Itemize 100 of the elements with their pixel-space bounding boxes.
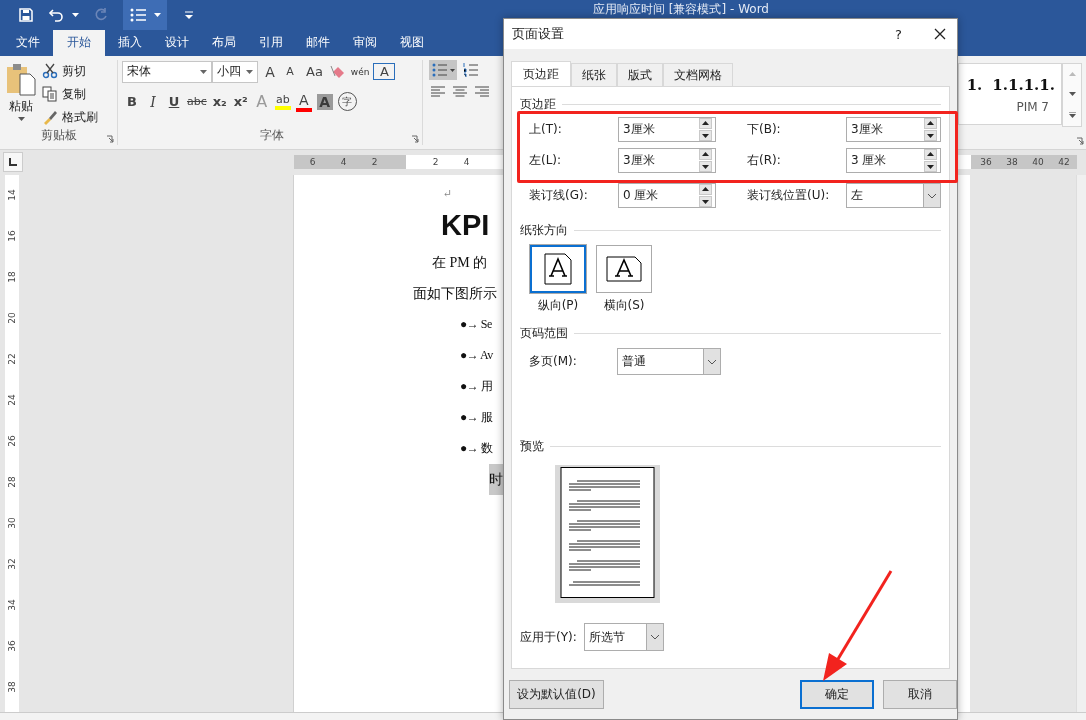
dialog-launcher-icon[interactable] xyxy=(411,134,419,143)
ruler-number: 16 xyxy=(7,230,17,243)
spin-down-button[interactable] xyxy=(924,129,937,141)
superscript-button[interactable]: x² xyxy=(232,94,249,110)
field-label: 应用于(Y): xyxy=(520,628,578,646)
ruler-number: 4 xyxy=(462,156,471,170)
style-sample[interactable]: 1. xyxy=(966,75,983,94)
section-title: 页码范围 xyxy=(520,324,568,342)
close-icon[interactable] xyxy=(934,28,946,40)
scrollbar[interactable] xyxy=(1076,174,1086,712)
number-field[interactable]: 3厘米 xyxy=(618,148,716,173)
spin-up-button[interactable] xyxy=(699,118,712,130)
font-color-button[interactable]: A xyxy=(295,91,312,112)
shrink-font-button[interactable]: A xyxy=(282,65,298,79)
dialog-tab[interactable]: 纸张 xyxy=(571,63,617,86)
portrait-button[interactable] xyxy=(530,245,586,293)
ribbon-tab[interactable]: 设计 xyxy=(155,30,199,56)
dropdown[interactable]: 左 xyxy=(846,183,941,208)
style-sample[interactable]: 1.1.1.1. xyxy=(992,75,1055,94)
ribbon-tab[interactable]: 审阅 xyxy=(343,30,387,56)
section-title: 预览 xyxy=(520,437,544,455)
spin-down-button[interactable] xyxy=(699,160,712,172)
customize-icon[interactable] xyxy=(185,11,193,19)
ribbon-tab[interactable]: 布局 xyxy=(202,30,246,56)
spin-down-button[interactable] xyxy=(699,195,712,207)
field-label: 装订线(G): xyxy=(529,187,589,204)
number-field[interactable]: 3厘米 xyxy=(618,117,716,142)
bullets-icon[interactable] xyxy=(429,59,457,80)
dialog-launcher-icon[interactable] xyxy=(106,134,114,143)
section-title: 页边距 xyxy=(520,95,556,113)
highlight-button[interactable]: ab xyxy=(274,93,291,111)
caret-icon xyxy=(200,69,207,74)
font-name-dropdown[interactable]: 宋体 xyxy=(122,60,212,83)
spin-up-button[interactable] xyxy=(924,149,937,161)
dialog-tab[interactable]: 版式 xyxy=(617,63,663,86)
ruler[interactable]: 36 38 40 42 xyxy=(971,155,1077,170)
scroll-down-icon xyxy=(1068,91,1076,96)
field-label: 多页(M): xyxy=(529,353,578,370)
ribbon-tab[interactable]: 插入 xyxy=(108,30,152,56)
eraser-icon[interactable] xyxy=(328,63,347,80)
character-shading-button[interactable]: A xyxy=(316,93,333,110)
set-default-button[interactable]: 设为默认值(D) xyxy=(509,680,604,709)
caret-icon[interactable] xyxy=(72,13,79,17)
character-border-button[interactable]: A xyxy=(373,63,396,81)
phonetic-guide-button[interactable]: wén xyxy=(350,66,370,77)
styles-gallery[interactable]: 1. 1.1.1.1. PIM 7 xyxy=(958,62,1062,125)
ribbon-tab[interactable]: 引用 xyxy=(249,30,293,56)
spin-up-button[interactable] xyxy=(699,184,712,196)
spin-down-button[interactable] xyxy=(699,129,712,141)
ruler-number: 36 xyxy=(7,640,17,653)
bullet-item: ●→ 服 xyxy=(460,408,493,426)
ribbon-tab[interactable]: 视图 xyxy=(390,30,434,56)
ruler-number: 6 xyxy=(308,156,317,170)
number-field[interactable]: 3厘米 xyxy=(846,117,941,142)
underline-button[interactable]: U xyxy=(166,94,182,110)
brush-icon xyxy=(42,109,58,126)
strikethrough-button[interactable]: abc xyxy=(187,95,207,109)
undo-icon[interactable] xyxy=(48,7,66,23)
save-icon[interactable] xyxy=(18,7,34,23)
number-field[interactable]: 3 厘米 xyxy=(846,148,941,173)
dialog-tab[interactable]: 页边距 xyxy=(511,61,571,86)
selected-text: 时 xyxy=(489,463,503,495)
italic-button[interactable]: I xyxy=(145,93,161,110)
dropdown[interactable]: 普通 xyxy=(617,348,721,375)
change-case-button[interactable]: Aa xyxy=(306,64,323,80)
paste-button[interactable]: 粘贴 xyxy=(0,59,42,127)
ruler-number: 32 xyxy=(7,558,17,571)
bold-button[interactable]: B xyxy=(124,94,140,110)
bullets-button[interactable] xyxy=(123,0,167,30)
landscape-button[interactable] xyxy=(596,245,652,293)
tab-selector-button[interactable] xyxy=(3,152,23,173)
chevron-down-icon xyxy=(707,358,717,365)
ribbon-tab[interactable]: 开始 xyxy=(53,30,105,56)
spin-down-button[interactable] xyxy=(924,160,937,172)
ribbon-tab[interactable]: 邮件 xyxy=(296,30,340,56)
ruler-number: 34 xyxy=(7,599,17,612)
ruler-number: 18 xyxy=(7,271,17,284)
vertical-ruler[interactable]: 14 16 18 20 22 24 26 28 30 32 34 36 38 xyxy=(5,174,19,712)
cut-button[interactable]: 剪切 xyxy=(42,61,98,81)
gallery-scrollbar[interactable] xyxy=(1062,62,1082,127)
cancel-button[interactable]: 取消 xyxy=(883,680,957,709)
format-painter-button[interactable]: 格式刷 xyxy=(42,107,98,127)
dialog-tab[interactable]: 文档网格 xyxy=(663,63,733,86)
copy-button[interactable]: 复制 xyxy=(42,84,98,104)
ribbon-tab[interactable]: 文件 xyxy=(6,30,50,56)
dropdown[interactable]: 所选节 xyxy=(584,623,664,651)
caret-icon xyxy=(153,13,161,17)
help-button[interactable]: ? xyxy=(895,26,902,42)
ruler[interactable]: 6 4 2 xyxy=(294,155,406,170)
paragraph-mark: ↵ xyxy=(443,185,453,201)
ok-button[interactable]: 确定 xyxy=(800,680,874,709)
dialog-launcher-icon[interactable] xyxy=(1076,136,1084,145)
font-size-dropdown[interactable]: 小四 xyxy=(212,60,258,83)
number-field[interactable]: 0 厘米 xyxy=(618,183,716,208)
copy-icon xyxy=(42,86,58,103)
spin-up-button[interactable] xyxy=(924,118,937,130)
subscript-button[interactable]: x₂ xyxy=(211,94,228,110)
orientation-label: 纵向(P) xyxy=(537,297,579,314)
grow-font-button[interactable]: A xyxy=(262,63,278,80)
spin-up-button[interactable] xyxy=(699,149,712,161)
